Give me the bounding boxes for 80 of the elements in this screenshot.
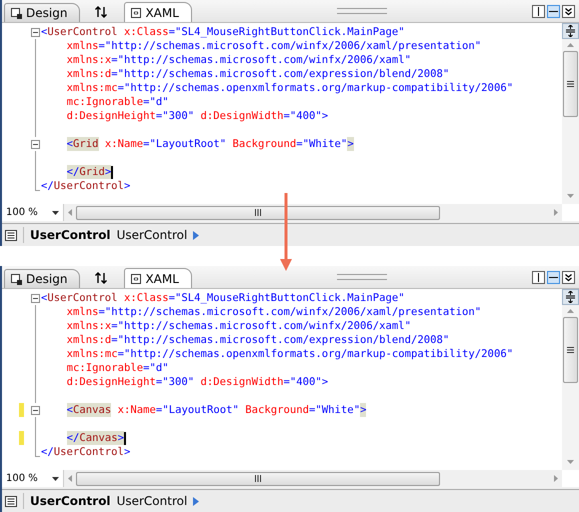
code-line: mc:Ignorable="d" <box>66 95 169 109</box>
vertical-bar-icon <box>537 273 540 282</box>
vertical-bar-icon <box>537 7 540 16</box>
code-line: xmlns:mc="http://schemas.openxmlformats.org/markup-compatibility/2006" <box>66 347 514 361</box>
horizontal-bar-icon <box>549 10 558 13</box>
grip-icon <box>567 347 574 353</box>
dropdown-icon <box>52 476 59 480</box>
grip-icon <box>255 475 261 482</box>
editor-tab[interactable]: XAML <box>124 2 192 22</box>
design-icon <box>11 8 22 18</box>
code-line: <UserControl x:Class="SL4_MouseRightButtonClick.MainPage" <box>41 291 405 305</box>
editor-tab[interactable]: Design <box>4 3 80 22</box>
text-cursor <box>111 166 113 178</box>
breadcrumb-item[interactable]: UserControl <box>30 228 111 242</box>
grip-icon <box>255 209 261 216</box>
grip-icon <box>567 81 574 87</box>
scrollbar-thumb[interactable] <box>76 472 440 486</box>
editor-tab[interactable]: Design <box>4 269 80 288</box>
code-line: xmlns:d="http://schemas.microsoft.com/expression/blend/2008" <box>66 67 450 81</box>
scroll-up-icon[interactable] <box>567 309 574 313</box>
horizontal-split-button[interactable] <box>547 5 560 18</box>
scroll-down-icon[interactable] <box>567 460 574 464</box>
xaml-icon <box>131 8 142 18</box>
xaml-icon <box>131 274 142 284</box>
breadcrumb-item[interactable]: UserControl <box>30 494 111 508</box>
zoom-dropdown[interactable]: 100 % <box>2 470 64 487</box>
scroll-up-icon[interactable] <box>567 43 574 47</box>
code-line: <Canvas x:Name="LayoutRoot" Background="White"> <box>66 403 366 417</box>
code-line: xmlns:x="http://schemas.microsoft.com/winfx/2006/xaml" <box>66 319 412 333</box>
code-line: xmlns="http://schemas.microsoft.com/winfx/2006/xaml/presentation" <box>66 305 482 319</box>
text-cursor <box>124 432 126 444</box>
double-chevron-icon <box>564 7 573 16</box>
code-line: d:DesignHeight="300" d:DesignWidth="400"> <box>66 375 328 389</box>
horizontal-split-button[interactable] <box>547 271 560 284</box>
dropdown-icon <box>52 210 59 214</box>
code-line: <Grid x:Name="LayoutRoot" Background="White"> <box>66 137 354 151</box>
grip-handle[interactable] <box>337 274 387 280</box>
code-line: xmlns="http://schemas.microsoft.com/winfx/2006/xaml/presentation" <box>66 39 482 53</box>
code-line: </Grid> <box>66 165 113 179</box>
code-line: xmlns:d="http://schemas.microsoft.com/expression/blend/2008" <box>66 333 450 347</box>
vertical-split-button[interactable] <box>532 271 545 284</box>
breadcrumb-item[interactable]: UserControl <box>116 494 188 508</box>
code-line: xmlns:mc="http://schemas.openxmlformats.org/markup-compatibility/2006" <box>66 81 514 95</box>
collapse-icon[interactable] <box>31 294 40 303</box>
document-outline-icon[interactable] <box>5 230 17 240</box>
scrollbar-thumb[interactable] <box>76 206 440 220</box>
split-handle[interactable] <box>562 289 579 305</box>
collapse-pane-button[interactable] <box>562 5 575 18</box>
code-line: </UserControl> <box>41 179 130 193</box>
code-line: xmlns:x="http://schemas.microsoft.com/winfx/2006/xaml" <box>66 53 412 67</box>
code-line: mc:Ignorable="d" <box>66 361 169 375</box>
code-line: <UserControl x:Class="SL4_MouseRightButtonClick.MainPage" <box>41 25 405 39</box>
scroll-down-icon[interactable] <box>567 194 574 198</box>
scrollbar-thumb[interactable] <box>563 51 578 117</box>
collapse-icon[interactable] <box>31 28 40 37</box>
split-icon <box>565 291 576 303</box>
breadcrumb-arrow-icon[interactable] <box>193 496 200 506</box>
collapse-icon[interactable] <box>31 140 40 149</box>
code-line: d:DesignHeight="300" d:DesignWidth="400"> <box>66 109 328 123</box>
swap-icon[interactable] <box>94 271 108 285</box>
collapse-pane-button[interactable] <box>562 271 575 284</box>
grip-handle[interactable] <box>337 8 387 14</box>
vertical-scrollbar[interactable] <box>562 289 579 470</box>
collapse-icon[interactable] <box>31 406 40 415</box>
code-line: </Canvas> <box>66 431 126 445</box>
vertical-scrollbar[interactable] <box>562 23 579 204</box>
swap-icon[interactable] <box>94 5 108 19</box>
split-handle[interactable] <box>562 23 579 39</box>
double-chevron-icon <box>564 273 573 282</box>
vertical-split-button[interactable] <box>532 5 545 18</box>
breadcrumb-arrow-icon[interactable] <box>193 230 200 240</box>
zoom-dropdown[interactable]: 100 % <box>2 204 64 221</box>
design-icon <box>11 274 22 284</box>
code-line: </UserControl> <box>41 445 130 459</box>
horizontal-bar-icon <box>549 276 558 279</box>
scrollbar-thumb[interactable] <box>563 317 578 383</box>
document-outline-icon[interactable] <box>5 496 17 506</box>
editor-tab[interactable]: XAML <box>124 268 192 288</box>
breadcrumb-item[interactable]: UserControl <box>116 228 188 242</box>
split-icon <box>565 25 576 37</box>
